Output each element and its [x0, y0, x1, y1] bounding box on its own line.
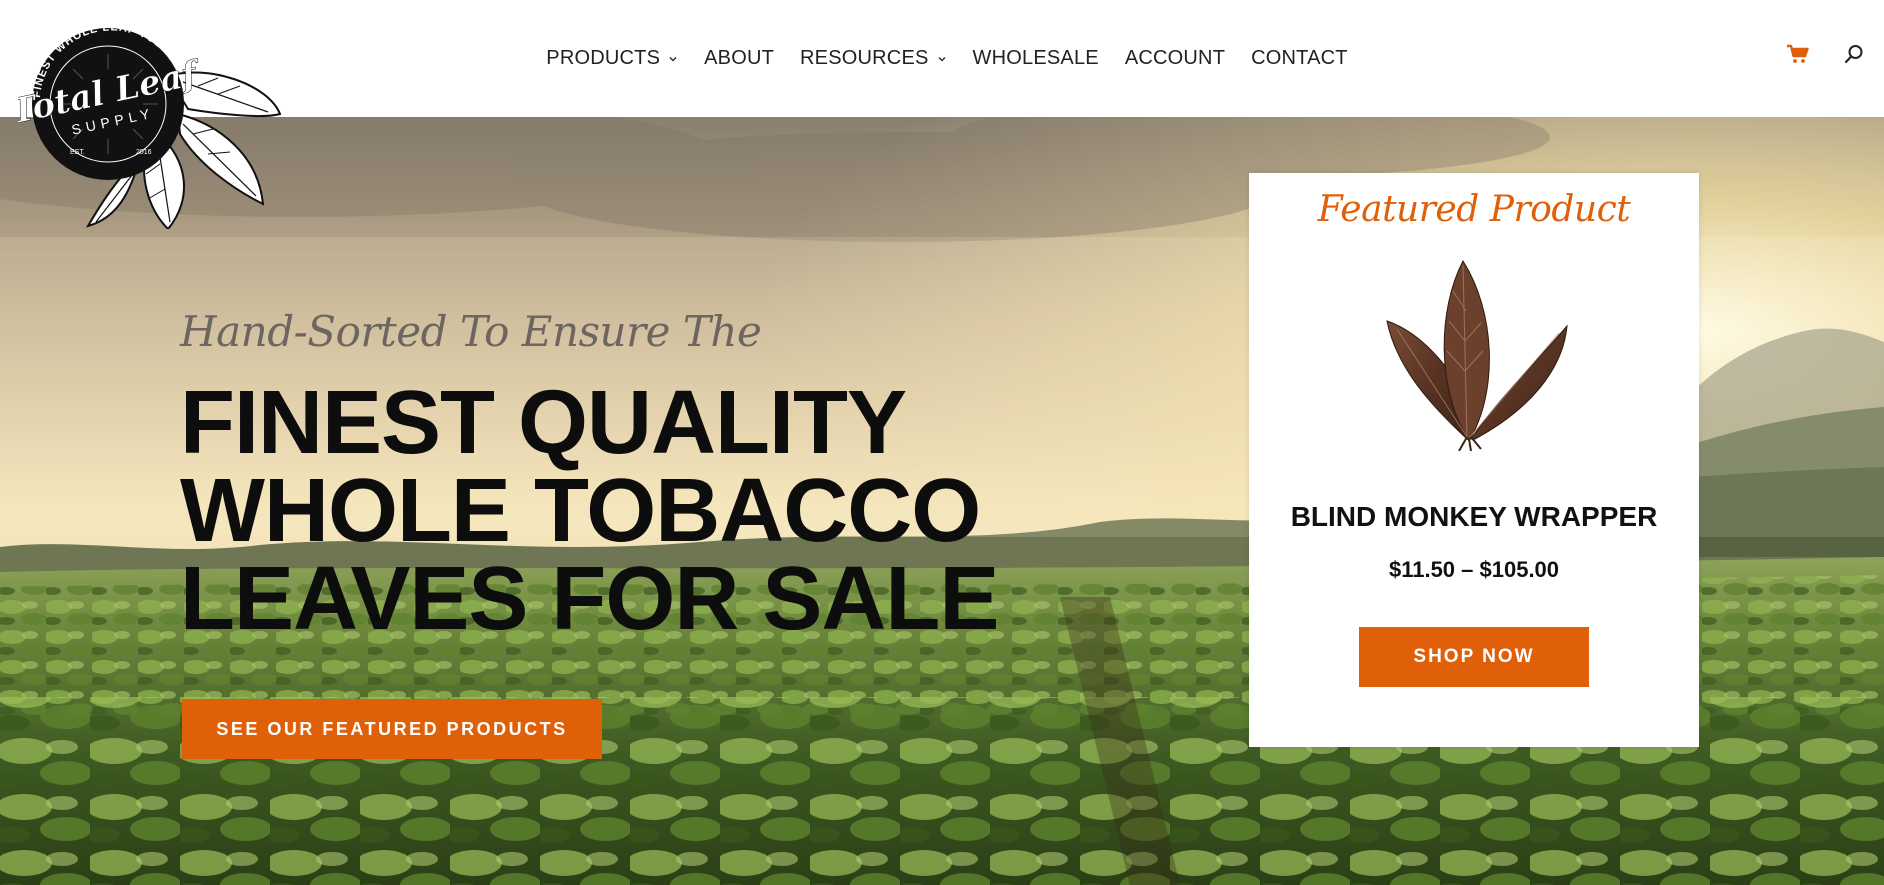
hero-section: Hand-Sorted To Ensure The FINEST QUALITY… — [0, 117, 1884, 885]
nav-item-wholesale[interactable]: WHOLESALE — [973, 47, 1099, 70]
nav-item-products[interactable]: PRODUCTS — [546, 47, 678, 70]
logo-year-text: 2016 — [136, 149, 152, 156]
headline-line: LEAVES FOR SALE — [180, 549, 999, 649]
nav-item-contact[interactable]: CONTACT — [1251, 47, 1348, 70]
featured-product-card: Featured Product BLIND MONKEY WRAPPER $1… — [1249, 173, 1699, 747]
hero-headline: FINEST QUALITY WHOLE TOBACCO LEAVES FOR … — [180, 373, 1060, 649]
nav-item-account[interactable]: ACCOUNT — [1125, 47, 1225, 70]
nav-item-label: WHOLESALE — [972, 47, 1099, 69]
product-name[interactable]: BLIND MONKEY WRAPPER — [1249, 501, 1699, 533]
search-icon[interactable] — [1842, 42, 1866, 66]
product-price: $11.50 – $105.00 — [1388, 557, 1560, 582]
header-icons — [1786, 42, 1866, 66]
headline-line: WHOLE TOBACCO — [180, 461, 981, 561]
cart-icon[interactable] — [1786, 42, 1810, 66]
featured-product-title: Featured Product — [1317, 189, 1631, 230]
nav-item-about[interactable]: ABOUT — [704, 47, 774, 70]
see-featured-products-button[interactable]: SEE OUR FEATURED PRODUCTS — [182, 699, 602, 759]
headline-line: FINEST QUALITY — [180, 373, 907, 473]
site-logo[interactable]: FINEST WHOLE LEAF TOBACCO Total Leaf SUP… — [18, 14, 288, 229]
tobacco-leaf-image[interactable] — [1367, 251, 1581, 451]
nav-item-label: CONTACT — [1251, 47, 1348, 69]
hero-tagline: Hand-Sorted To Ensure The — [180, 307, 762, 356]
chevron-down-icon — [669, 56, 677, 62]
nav-item-label: ABOUT — [704, 47, 775, 69]
nav-item-resources[interactable]: RESOURCES — [800, 47, 947, 70]
chevron-down-icon — [938, 56, 946, 62]
nav-item-label: ACCOUNT — [1124, 47, 1226, 69]
nav-item-label: RESOURCES — [800, 47, 929, 69]
logo-est-text: EST. — [70, 149, 85, 156]
shop-now-button[interactable]: SHOP NOW — [1359, 627, 1589, 687]
nav-item-label: PRODUCTS — [546, 47, 661, 69]
